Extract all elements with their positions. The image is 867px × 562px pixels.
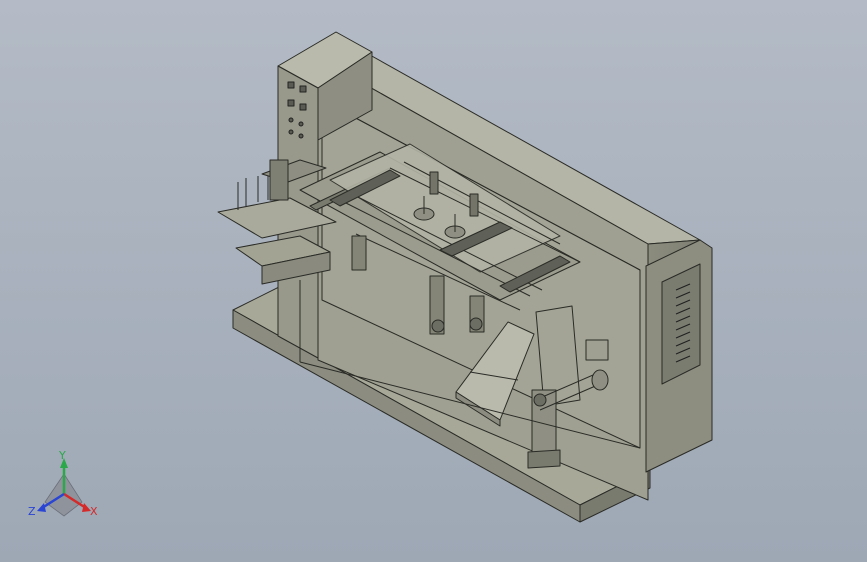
axis-z-label: Z: [28, 505, 36, 518]
cad-graphics-viewport[interactable]: Y X Z: [0, 0, 867, 562]
control-button[interactable]: [299, 85, 307, 93]
indicator-light: [288, 117, 294, 123]
cad-model-canvas[interactable]: Y X Z: [0, 0, 867, 562]
control-button[interactable]: [299, 103, 307, 111]
axis-y-label: Y: [58, 449, 66, 462]
control-button[interactable]: [287, 99, 295, 107]
indicator-light: [298, 133, 304, 139]
axis-x-label: X: [90, 505, 98, 518]
right-cabinet: [645, 239, 713, 473]
machine-model[interactable]: [217, 31, 713, 523]
view-orientation-triad[interactable]: Y X Z: [28, 449, 98, 518]
indicator-light: [288, 129, 294, 135]
control-button[interactable]: [287, 81, 295, 89]
indicator-light: [298, 121, 304, 127]
axis-z-arrow-icon: [37, 503, 46, 512]
